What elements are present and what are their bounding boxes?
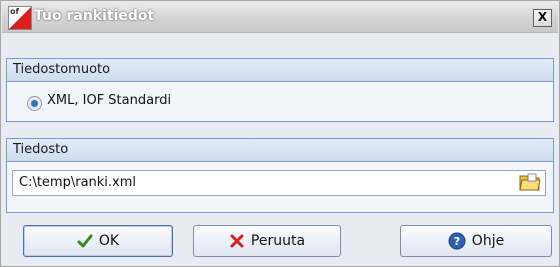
cancel-button[interactable]: Peruuta: [193, 225, 341, 257]
dialog-window: of Tuo rankitiedot X Tiedostomuoto XML, …: [0, 0, 560, 267]
format-group: Tiedostomuoto XML, IOF Standardi: [6, 58, 554, 122]
xml-iof-radio[interactable]: [27, 96, 42, 111]
svg-text:?: ?: [454, 235, 460, 248]
help-button[interactable]: ? Ohje: [400, 225, 552, 257]
window-title: Tuo rankitiedot: [34, 8, 155, 24]
check-icon: [77, 234, 93, 248]
help-button-label: Ohje: [471, 233, 505, 249]
help-icon: ?: [448, 232, 466, 250]
file-group: Tiedosto C:\temp\ranki.xml: [6, 138, 554, 213]
xml-iof-radio-label[interactable]: XML, IOF Standardi: [47, 93, 171, 108]
file-group-header: Tiedosto: [7, 139, 553, 162]
app-icon: of: [8, 6, 32, 30]
x-icon: [230, 234, 244, 248]
file-path-input[interactable]: C:\temp\ranki.xml: [12, 170, 546, 196]
title-bar[interactable]: of Tuo rankitiedot X: [2, 2, 558, 33]
cancel-button-label: Peruuta: [250, 233, 306, 249]
ok-button[interactable]: OK: [23, 225, 173, 257]
folder-icon[interactable]: [519, 172, 541, 192]
close-button[interactable]: X: [533, 9, 552, 27]
app-icon-text: of: [10, 7, 19, 16]
close-icon: X: [537, 10, 548, 24]
ok-button-label: OK: [98, 233, 120, 249]
format-group-header: Tiedostomuoto: [7, 59, 553, 82]
